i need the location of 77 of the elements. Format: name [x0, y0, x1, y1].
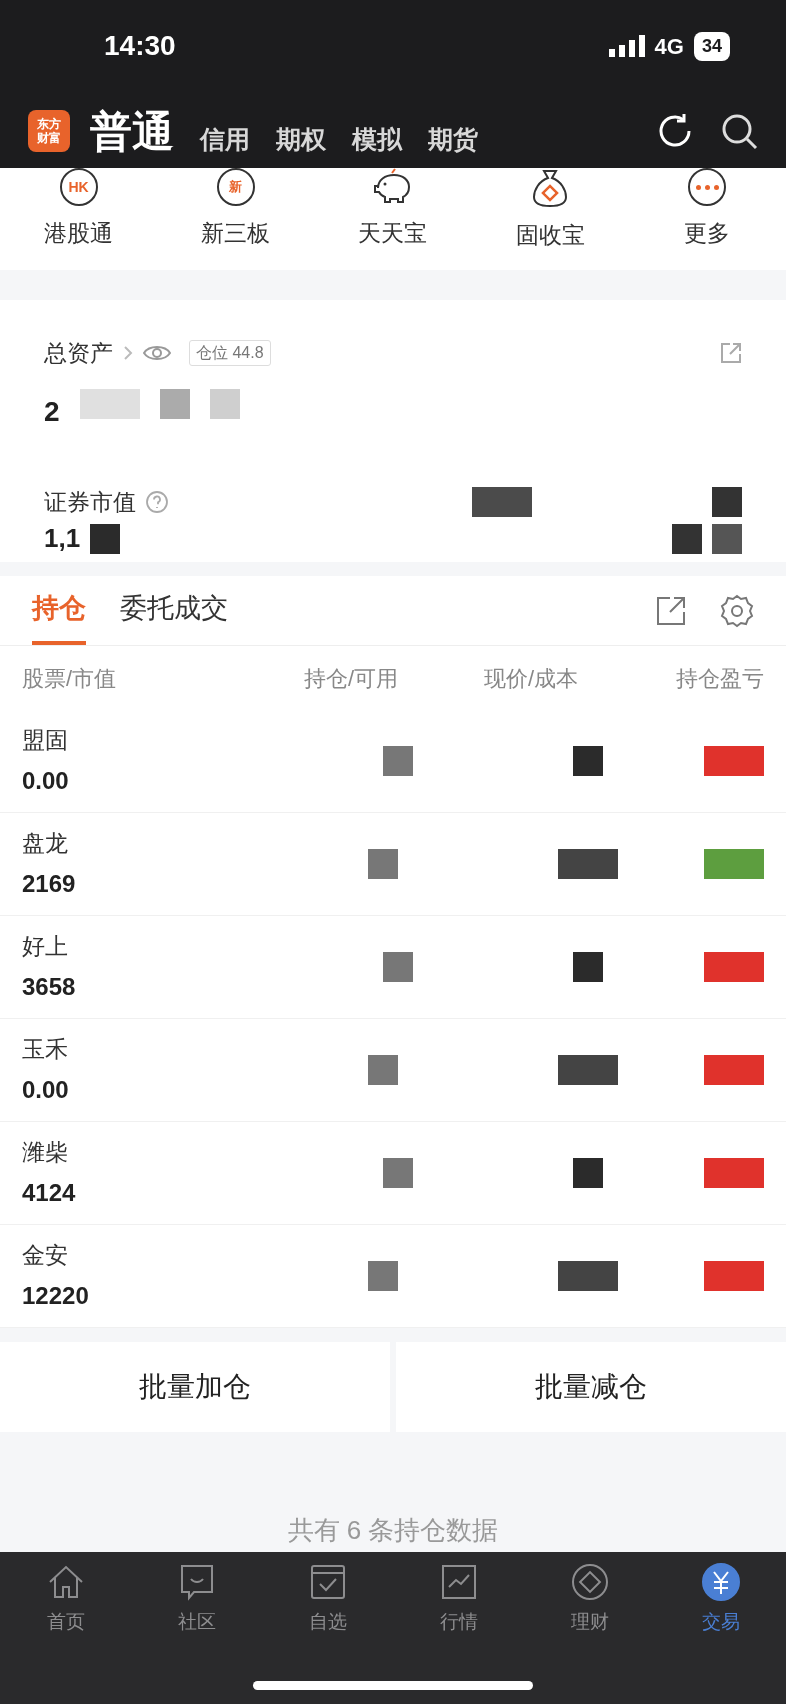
- mosaic-block: [368, 1055, 398, 1085]
- market-value-amount: 1,1: [44, 522, 81, 555]
- account-tab[interactable]: 普通: [90, 99, 174, 163]
- total-assets-value: 2: [44, 394, 60, 429]
- shortcut-label: 更多: [684, 219, 731, 248]
- mosaic-block: [573, 746, 603, 776]
- help-icon[interactable]: [146, 490, 168, 513]
- status-time: 14:30: [104, 29, 176, 63]
- holdings-tab[interactable]: 委托成交: [120, 576, 228, 645]
- nav-tab[interactable]: 首页: [0, 1562, 131, 1637]
- app-logo: 东方财富: [28, 110, 70, 152]
- network-label: 4G: [654, 32, 684, 61]
- shortcut-label: 新三板: [201, 219, 271, 248]
- signal-icon: [608, 35, 645, 57]
- mosaic-block: [159, 388, 190, 419]
- money-bag-icon: [531, 168, 570, 208]
- nav-tab[interactable]: 理财: [524, 1562, 655, 1637]
- mosaic-block: [79, 388, 140, 419]
- search-icon[interactable]: [720, 112, 758, 150]
- position-tag: 仓位 44.8: [189, 340, 271, 367]
- column-header: 股票/市值: [22, 664, 118, 693]
- mosaic-block: [368, 1261, 398, 1291]
- account-tab[interactable]: 期权: [276, 121, 326, 163]
- mosaic-block: [472, 486, 532, 517]
- stock-name: 盘龙: [22, 828, 69, 858]
- stock-value: 3658: [22, 972, 77, 1003]
- export-icon[interactable]: [656, 595, 686, 626]
- stock-name: 玉禾: [22, 1034, 69, 1064]
- mosaic-block: [383, 746, 413, 776]
- nav-tab[interactable]: 社区: [131, 1562, 262, 1637]
- more-icon: [688, 168, 727, 206]
- stock-name: 金安: [22, 1240, 69, 1270]
- market-value-label: 证券市值: [44, 487, 136, 517]
- shortcut-label: 固收宝: [515, 221, 585, 250]
- stock-value: 12220: [22, 1281, 90, 1312]
- mosaic-block: [383, 952, 413, 982]
- account-tab[interactable]: 模拟: [352, 121, 402, 163]
- mosaic-block: [368, 849, 398, 879]
- yuan-icon: [700, 1562, 741, 1602]
- nav-tab[interactable]: 交易: [655, 1562, 786, 1637]
- column-header: 持仓盈亏: [675, 664, 764, 693]
- mosaic-block: [558, 1055, 618, 1085]
- mosaic-block: [383, 1158, 413, 1188]
- nav-tab[interactable]: 自选: [262, 1562, 393, 1637]
- column-header: 现价/成本: [483, 664, 580, 693]
- mosaic-block: [90, 523, 121, 554]
- mosaic-block: [573, 952, 603, 982]
- stock-value: 2169: [22, 869, 77, 900]
- mosaic-block: [558, 1261, 618, 1291]
- eye-icon[interactable]: [143, 344, 171, 363]
- account-tab[interactable]: 期货: [428, 121, 478, 163]
- batch-action-button[interactable]: 批量加仓: [0, 1342, 390, 1432]
- shortcut-label: 天天宝: [358, 219, 428, 248]
- shortcut-label: 港股通: [44, 219, 114, 248]
- mosaic-block: [558, 849, 618, 879]
- settings-icon[interactable]: [720, 593, 754, 628]
- account-tab[interactable]: 信用: [200, 121, 250, 163]
- mosaic-block: [573, 1158, 603, 1188]
- total-assets-label: 总资产: [44, 339, 113, 368]
- battery-icon: 34: [693, 31, 730, 61]
- column-header: 持仓/可用: [303, 664, 400, 693]
- new-icon: 新: [216, 168, 255, 206]
- stock-value: 4124: [22, 1178, 77, 1209]
- nav-tab[interactable]: 行情: [393, 1562, 524, 1637]
- mosaic-block: [209, 388, 240, 419]
- batch-action-button[interactable]: 批量减仓: [396, 1342, 786, 1432]
- mosaic-block: [672, 523, 702, 554]
- stock-name: 潍柴: [22, 1137, 69, 1167]
- stock-value: 0.00: [22, 766, 70, 797]
- stock-value: 0.00: [22, 1075, 70, 1106]
- mosaic-block: [712, 523, 742, 554]
- mosaic-block: [712, 486, 742, 517]
- hk-icon: HK: [59, 168, 98, 206]
- holdings-count: 共有 6 条持仓数据: [287, 1514, 499, 1547]
- external-link-icon[interactable]: [720, 342, 742, 365]
- stock-name: 盟固: [22, 725, 69, 755]
- stock-name: 好上: [22, 931, 69, 961]
